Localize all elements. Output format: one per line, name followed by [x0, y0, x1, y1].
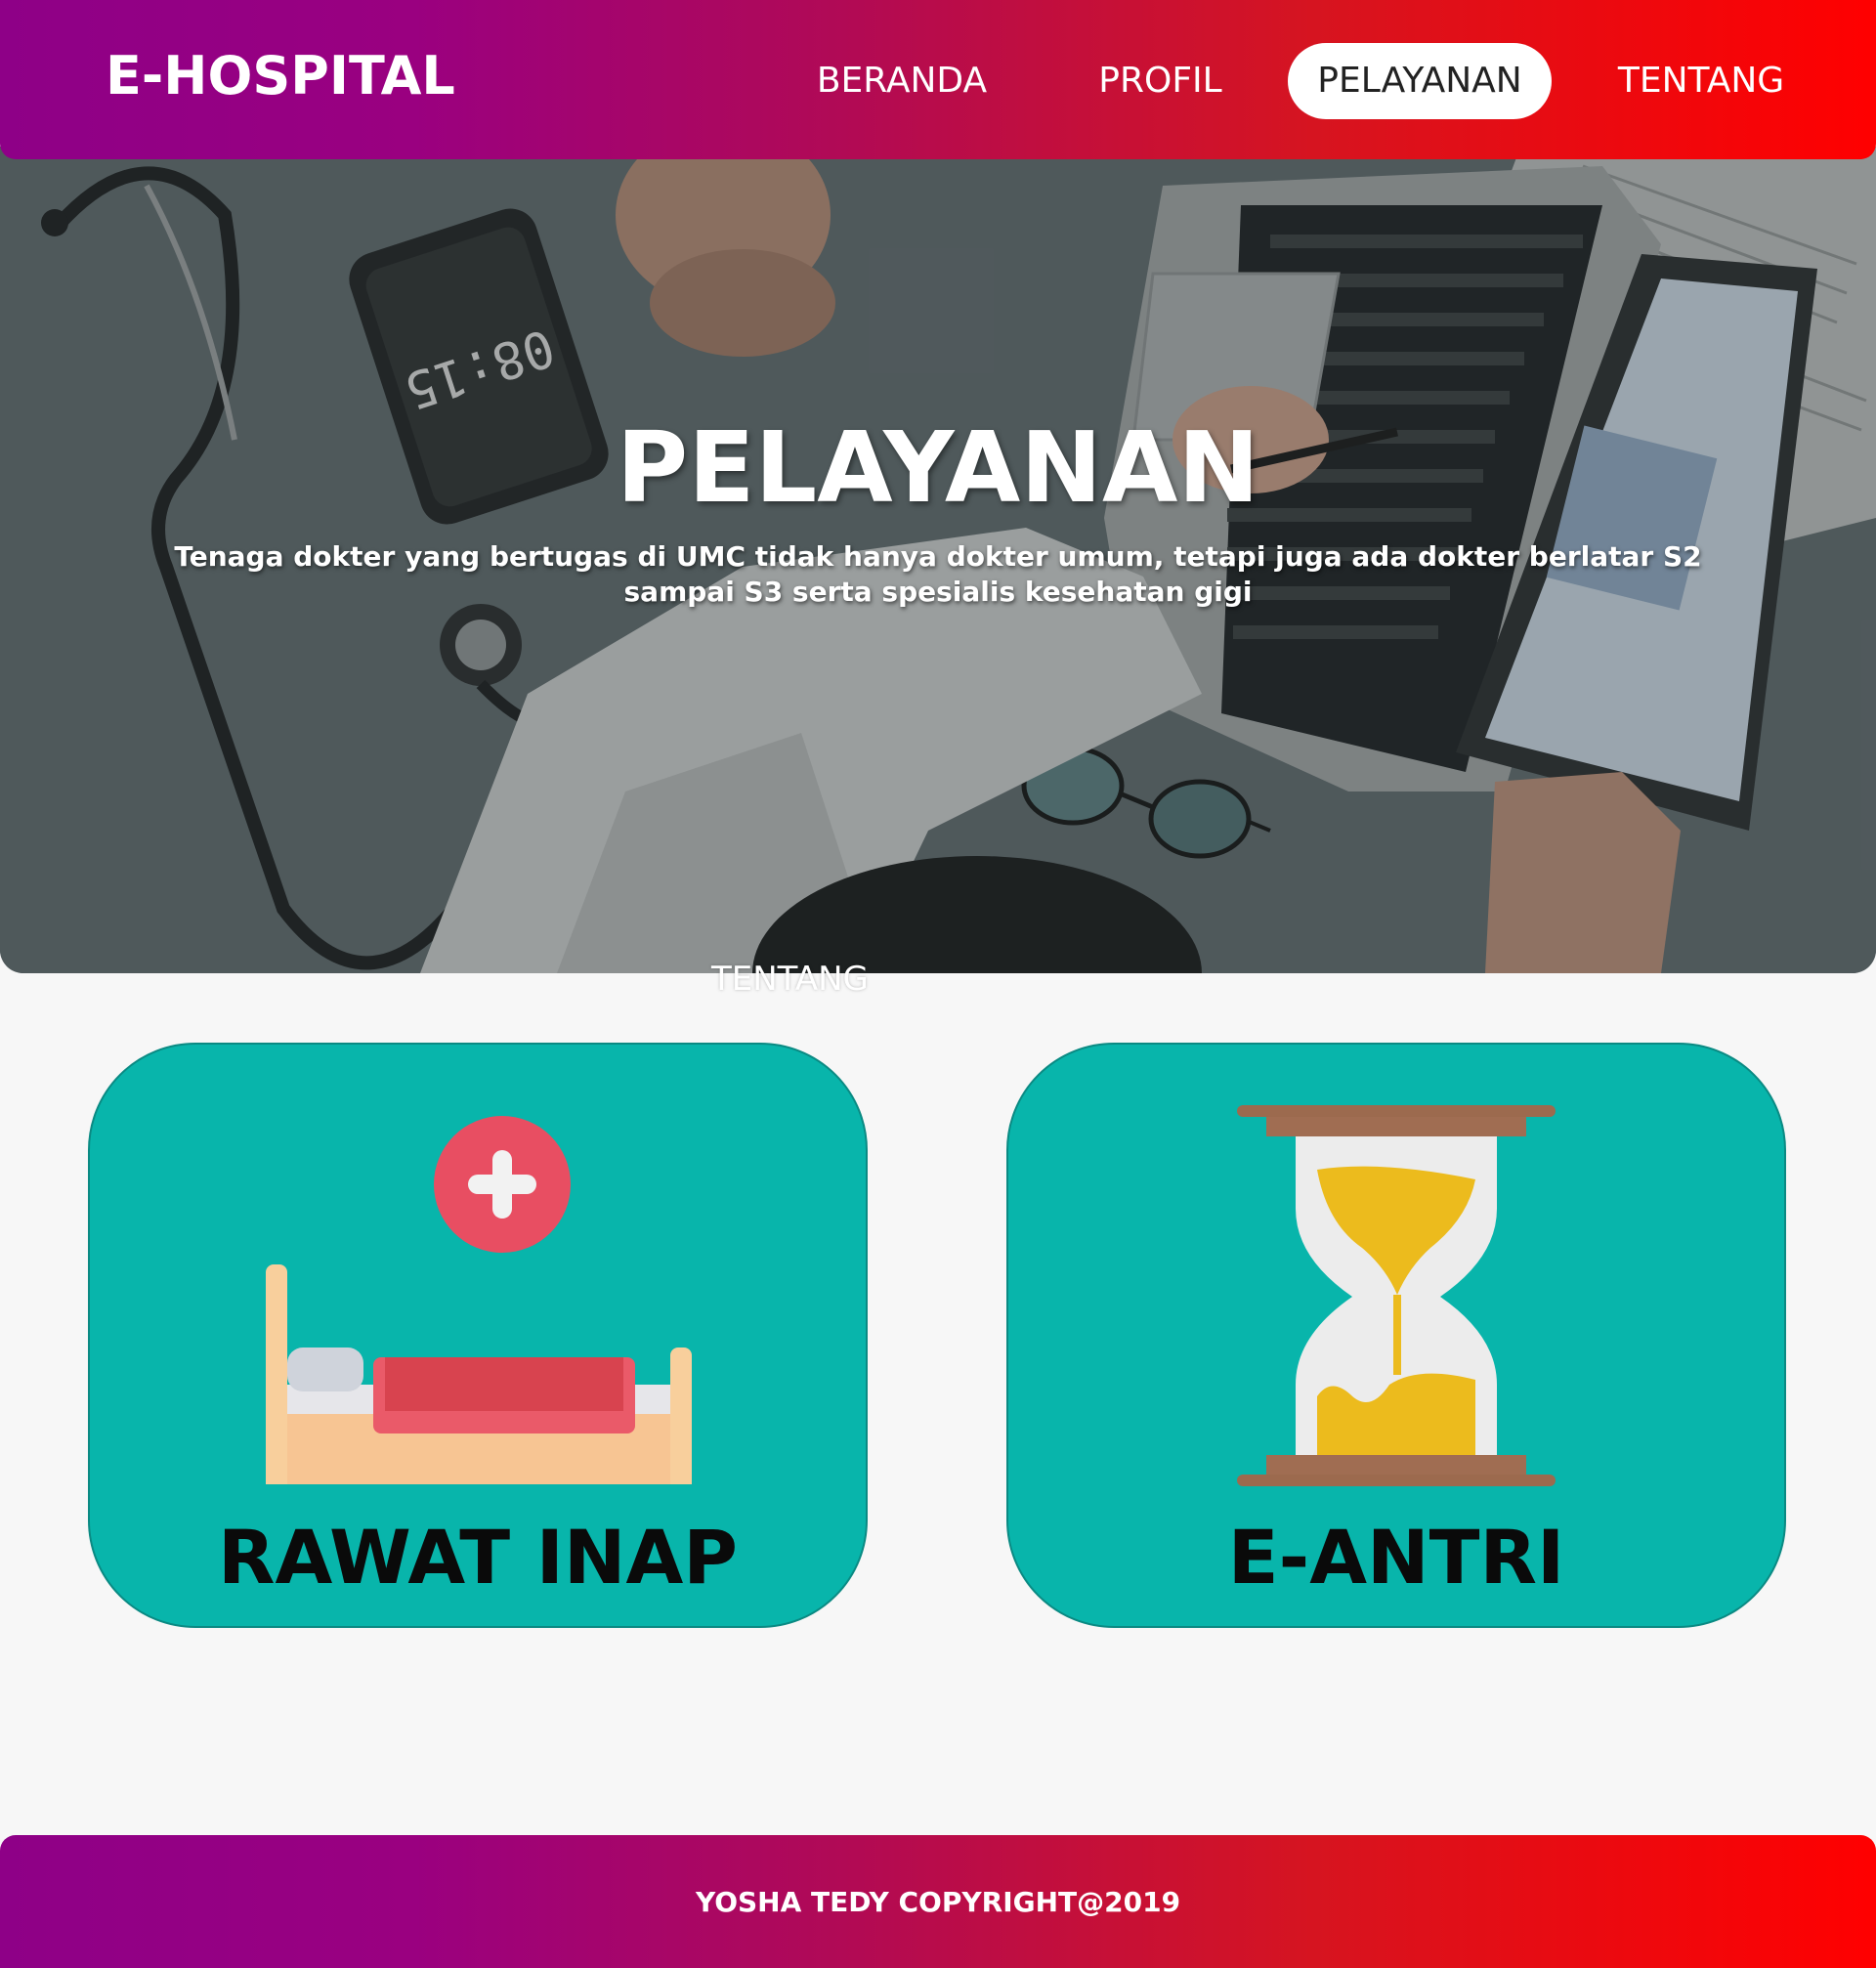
hero-description: Tenaga dokter yang bertugas di UMC tidak… — [174, 540, 1702, 608]
rawat-inap-label: RAWAT INAP — [218, 1514, 738, 1601]
hero-title: PELAYANAN — [616, 410, 1260, 525]
nav-item-beranda[interactable]: BERANDA — [799, 43, 1004, 119]
hourglass-icon — [1237, 1105, 1556, 1486]
e-antri-card[interactable]: E-ANTRI — [1006, 1043, 1786, 1628]
overflow-nav-link-tentang[interactable]: TENTANG — [711, 960, 869, 999]
footer-copyright: YOSHA TEDY COPYRIGHT@2019 — [695, 1886, 1181, 1918]
rawat-inap-card[interactable]: RAWAT INAP — [88, 1043, 868, 1628]
nav-item-tentang[interactable]: TENTANG — [1599, 43, 1804, 119]
e-antri-label: E-ANTRI — [1227, 1514, 1565, 1601]
brand-logo[interactable]: E-HOSPITAL — [106, 45, 455, 107]
hero-banner: 08:15 PELAYANAN Tenaga dokter yang bertu… — [0, 147, 1876, 973]
nav-item-pelayanan[interactable]: PELAYANAN — [1288, 43, 1552, 119]
nav-item-profil[interactable]: PROFIL — [1075, 43, 1246, 119]
top-navbar: E-HOSPITAL BERANDA PROFIL PELAYANAN TENT… — [0, 0, 1876, 159]
footer: YOSHA TEDY COPYRIGHT@2019 — [0, 1835, 1876, 1968]
hospital-bed-icon — [266, 1116, 692, 1484]
